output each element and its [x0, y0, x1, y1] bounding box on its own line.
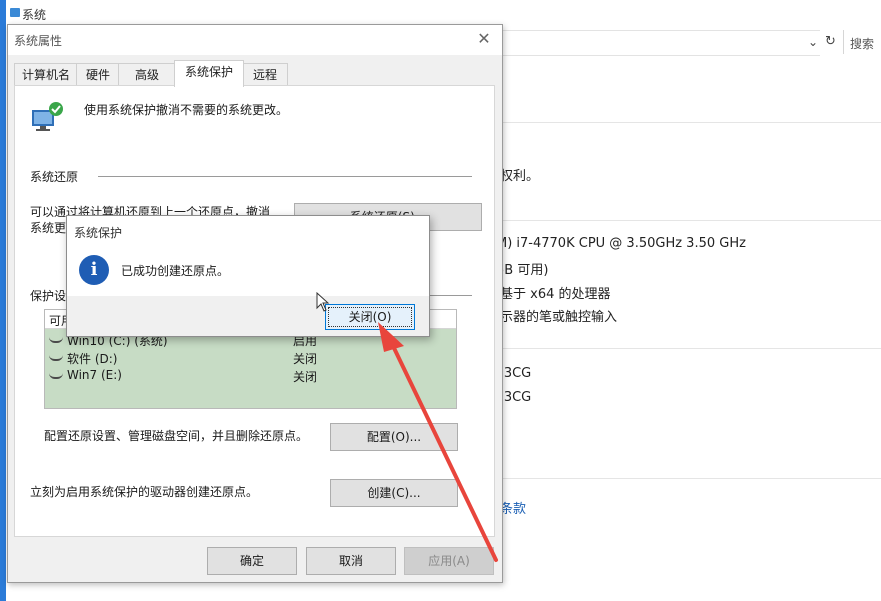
list-item[interactable]: Win7 (E:) 关闭: [45, 366, 456, 384]
tab-advanced[interactable]: 高级: [118, 63, 176, 86]
tab-system-protection[interactable]: 系统保护: [174, 60, 244, 87]
tab-computer-name[interactable]: 计算机名: [14, 63, 78, 86]
create-description: 立刻为启用系统保护的驱动器创建还原点。: [30, 485, 259, 499]
close-icon[interactable]: ✕: [472, 28, 496, 50]
configure-description: 配置还原设置、管理磁盘空间，并且删除还原点。: [44, 429, 309, 443]
list-item[interactable]: 软件 (D:) 关闭: [45, 348, 456, 366]
apply-button[interactable]: 应用(A): [404, 547, 494, 575]
address-bar[interactable]: [500, 30, 820, 56]
drive-status: 关闭: [293, 370, 318, 384]
system-app-icon: [10, 8, 20, 17]
restore-description-line2: 系统更: [30, 221, 67, 235]
protection-section-heading: 保护设: [30, 289, 67, 303]
ram-value: 5B 可用): [496, 263, 549, 278]
computer-shield-icon: [32, 102, 63, 131]
cancel-button[interactable]: 取消: [306, 547, 396, 575]
chevron-down-icon[interactable]: ⌄: [808, 35, 818, 49]
divider: [500, 348, 881, 349]
drive-name: 软件 (D:): [67, 352, 118, 366]
configure-button[interactable]: 配置(O)...: [330, 423, 458, 451]
divider: [500, 122, 881, 123]
pen-touch-value: 示器的笔或触控输入: [500, 310, 618, 325]
drive-icon: [49, 371, 63, 379]
computer-name-value: J3CG: [500, 366, 532, 381]
restore-section-heading: 系统还原: [30, 170, 79, 184]
divider: [500, 220, 881, 221]
section-divider: [98, 176, 472, 177]
copyright-text: 权利。: [500, 169, 540, 184]
search-input[interactable]: 搜索: [843, 30, 881, 54]
search-placeholder: 搜索: [850, 37, 875, 51]
ok-button[interactable]: 确定: [207, 547, 297, 575]
drive-name: Win7 (E:): [67, 368, 122, 382]
system-protection-message-box: 系统保护 i 已成功创建还原点。 关闭(O): [66, 215, 430, 337]
divider: [500, 478, 881, 479]
drive-icon: [49, 353, 63, 361]
window-left-accent-bar: [0, 0, 6, 601]
drive-status: 关闭: [293, 352, 318, 366]
drive-icon: [49, 335, 63, 343]
description-text: 使用系统保护撤消不需要的系统更改。: [84, 103, 289, 117]
system-window-title: 系统: [22, 8, 47, 22]
message-box-title: 系统保护: [74, 226, 123, 240]
message-text: 已成功创建还原点。: [121, 264, 230, 278]
tab-hardware[interactable]: 硬件: [76, 63, 120, 86]
dialog-title: 系统属性: [14, 34, 63, 48]
system-type-value: 基于 x64 的处理器: [500, 287, 611, 302]
create-button[interactable]: 创建(C)...: [330, 479, 458, 507]
tab-remote[interactable]: 远程: [242, 63, 288, 86]
section-divider: [428, 295, 472, 296]
processor-value: M) i7-4770K CPU @ 3.50GHz 3.50 GHz: [496, 236, 746, 251]
license-terms-link[interactable]: 条款: [500, 498, 526, 517]
dialog-title-bar[interactable]: [8, 25, 502, 55]
mouse-cursor-icon: [316, 292, 330, 312]
refresh-icon[interactable]: ↻: [825, 34, 836, 49]
full-computer-name-value: J3CG: [500, 390, 532, 405]
close-button[interactable]: 关闭(O): [325, 304, 415, 330]
info-icon: i: [79, 255, 109, 285]
